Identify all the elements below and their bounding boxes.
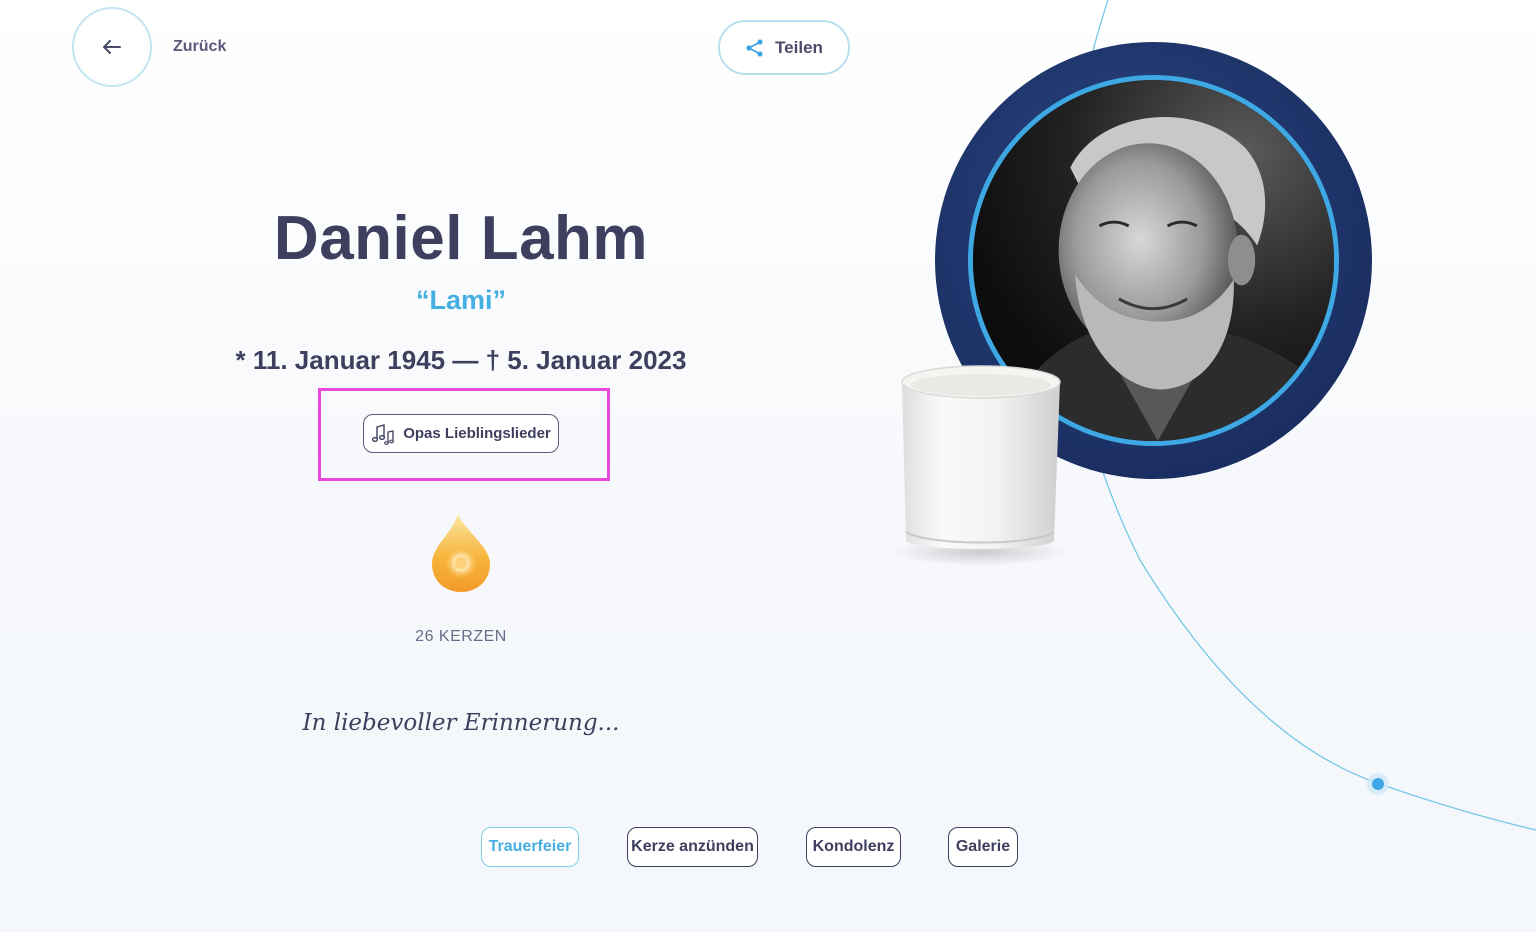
life-dates: * 11. Januar 1945 — † 5. Januar 2023 xyxy=(235,345,687,375)
candle-count: 26 KERZEN xyxy=(415,628,507,645)
music-notes-icon xyxy=(372,423,395,445)
nav-galerie[interactable]: Galerie xyxy=(948,827,1018,867)
person-nickname: “Lami” xyxy=(415,285,507,315)
favorite-songs-label: Opas Lieblingslieder xyxy=(403,425,551,442)
flame-icon xyxy=(432,514,490,592)
share-icon xyxy=(746,38,763,57)
share-label: Teilen xyxy=(775,37,823,57)
memory-text: In liebevoller Erinnerung... xyxy=(302,710,620,736)
nav-trauerfeier[interactable]: Trauerfeier xyxy=(481,827,579,867)
favorite-songs-button[interactable]: Opas Lieblingslieder xyxy=(363,414,559,453)
arrow-left-icon xyxy=(103,40,121,54)
nav-kondolenz[interactable]: Kondolenz xyxy=(806,827,901,867)
nav-kerze-anzuenden[interactable]: Kerze anzünden xyxy=(627,827,758,867)
back-label[interactable]: Zurück xyxy=(173,38,226,56)
back-button[interactable] xyxy=(72,7,152,87)
candle-jar-image xyxy=(892,365,1068,566)
person-name: Daniel Lahm xyxy=(273,204,649,273)
share-button[interactable]: Teilen xyxy=(718,20,850,75)
